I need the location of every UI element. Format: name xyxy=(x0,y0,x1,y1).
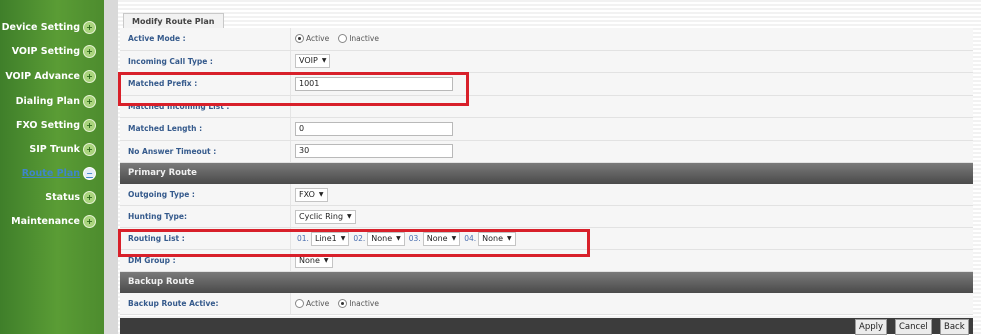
radio-unselected-icon xyxy=(295,299,304,308)
backup-route-active-radio[interactable]: Active xyxy=(295,299,329,308)
hunting-type-select[interactable]: Cyclic Ring ▼ xyxy=(295,209,356,224)
no-answer-timeout-label: No Answer Timeout : xyxy=(128,146,217,156)
dropdown-arrow-icon: ▼ xyxy=(321,57,327,65)
sidebar: Device Setting + VOIP Setting + VOIP Adv… xyxy=(0,0,104,334)
matched-length-input[interactable]: 0 xyxy=(295,121,453,136)
row-no-answer-timeout: No Answer Timeout : 30 xyxy=(120,140,973,163)
hunting-type-label: Hunting Type: xyxy=(128,212,188,221)
row-dm-group: DM Group : None ▼ xyxy=(120,250,973,272)
cancel-button[interactable]: Cancel xyxy=(895,319,932,335)
incoming-call-type-select[interactable]: VOIP ▼ xyxy=(295,54,331,69)
plus-circle-icon: + xyxy=(83,119,96,132)
matched-length-label: Matched Length : xyxy=(128,124,203,134)
backup-route-inactive-radio[interactable]: Inactive xyxy=(338,299,379,308)
matched-prefix-input[interactable]: 1001 xyxy=(295,76,453,91)
plus-circle-icon: + xyxy=(83,95,96,108)
row-matched-length: Matched Length : 0 xyxy=(120,118,973,141)
dropdown-arrow-icon: ▼ xyxy=(347,212,352,220)
back-button[interactable]: Back xyxy=(940,319,969,335)
radio-selected-icon xyxy=(295,34,304,44)
active-mode-active-radio[interactable]: Active xyxy=(295,34,329,44)
plus-circle-icon: + xyxy=(83,191,96,204)
backup-route-active-label: Backup Route Active: xyxy=(128,299,219,308)
tab-modify-route-plan[interactable]: Modify Route Plan xyxy=(123,13,224,29)
active-mode-label: Active Mode : xyxy=(128,34,186,44)
row-incoming-call-type: Incoming Call Type : VOIP ▼ xyxy=(120,50,973,73)
dm-group-label: DM Group : xyxy=(128,256,176,265)
active-mode-inactive-radio[interactable]: Inactive xyxy=(338,34,379,44)
dropdown-arrow-icon: ▼ xyxy=(323,256,329,264)
matched-prefix-label: Matched Prefix : xyxy=(128,79,198,89)
sidebar-item-label: Status xyxy=(45,192,80,203)
routing-list-number: 01. xyxy=(297,234,309,243)
sidebar-item-label: VOIP Setting xyxy=(11,46,80,57)
backup-route-header: Backup Route xyxy=(120,272,973,293)
row-matched-incoming-list: Matched Incoming List : xyxy=(120,95,973,118)
row-hunting-type: Hunting Type: Cyclic Ring ▼ xyxy=(120,206,973,228)
bottom-action-bar xyxy=(120,318,973,334)
routing-list-select-4[interactable]: None ▼ xyxy=(478,231,516,246)
sidebar-item-dialing-plan[interactable]: Dialing Plan + xyxy=(16,95,96,108)
matched-incoming-list-label: Matched Incoming List : xyxy=(128,101,230,111)
plus-circle-icon: + xyxy=(83,143,96,156)
sidebar-item-label: Maintenance xyxy=(11,216,80,227)
dropdown-arrow-icon: ▼ xyxy=(451,234,457,242)
sidebar-item-label: VOIP Advance xyxy=(5,71,80,82)
routing-list-select-3[interactable]: None ▼ xyxy=(422,231,461,246)
sidebar-item-status[interactable]: Status + xyxy=(45,191,96,204)
row-matched-prefix: Matched Prefix : 1001 xyxy=(120,73,973,96)
sidebar-item-label: SIP Trunk xyxy=(29,144,80,155)
primary-route-header: Primary Route xyxy=(120,163,973,184)
dropdown-arrow-icon: ▼ xyxy=(396,234,401,242)
row-backup-route-active: Backup Route Active: Active Inactive xyxy=(120,293,973,315)
routing-list-number: 03. xyxy=(408,234,421,243)
routing-list-select-2[interactable]: None ▼ xyxy=(367,231,405,246)
plus-circle-icon: + xyxy=(83,215,96,228)
sidebar-item-voip-setting[interactable]: VOIP Setting + xyxy=(12,45,96,58)
sidebar-item-label: Route Plan xyxy=(21,168,80,179)
sidebar-item-sip-trunk[interactable]: SIP Trunk + xyxy=(29,143,96,156)
outgoing-type-select[interactable]: FXO ▼ xyxy=(295,187,328,202)
routing-list-number: 04. xyxy=(464,234,477,243)
minus-circle-icon: − xyxy=(83,167,96,180)
incoming-call-type-label: Incoming Call Type : xyxy=(128,56,213,66)
route-plan-form: Active Mode : Active Inactive Incoming C… xyxy=(120,28,973,315)
plus-circle-icon: + xyxy=(83,70,96,83)
radio-unselected-icon xyxy=(338,34,348,44)
routing-list-label: Routing List : xyxy=(128,234,185,243)
plus-circle-icon: + xyxy=(83,21,96,34)
sidebar-item-label: FXO Setting xyxy=(15,120,80,131)
dm-group-select[interactable]: None ▼ xyxy=(295,253,333,268)
dropdown-arrow-icon: ▼ xyxy=(340,234,346,242)
dropdown-arrow-icon: ▼ xyxy=(507,234,512,242)
row-outgoing-type: Outgoing Type : FXO ▼ xyxy=(120,184,973,206)
sidebar-divider xyxy=(104,0,118,334)
sidebar-item-label: Dialing Plan xyxy=(15,96,80,107)
plus-circle-icon: + xyxy=(83,45,96,58)
row-routing-list: Routing List : 01. Line1 ▼ 02. None ▼ 03… xyxy=(120,228,973,250)
apply-button[interactable]: Apply xyxy=(855,319,887,335)
sidebar-item-route-plan[interactable]: Route Plan − xyxy=(22,167,96,180)
sidebar-item-label: Device Setting xyxy=(1,22,80,33)
sidebar-item-device-setting[interactable]: Device Setting + xyxy=(2,21,96,34)
routing-list-number: 02. xyxy=(353,234,366,243)
no-answer-timeout-input[interactable]: 30 xyxy=(295,144,453,159)
radio-selected-icon xyxy=(338,299,348,308)
routing-list-select-1[interactable]: Line1 ▼ xyxy=(310,231,350,246)
sidebar-item-voip-advance[interactable]: VOIP Advance + xyxy=(5,70,96,83)
sidebar-item-fxo-setting[interactable]: FXO Setting + xyxy=(16,119,96,132)
row-active-mode: Active Mode : Active Inactive xyxy=(120,28,973,51)
sidebar-item-maintenance[interactable]: Maintenance + xyxy=(11,215,96,228)
dropdown-arrow-icon: ▼ xyxy=(318,190,324,198)
outgoing-type-label: Outgoing Type : xyxy=(128,190,195,199)
